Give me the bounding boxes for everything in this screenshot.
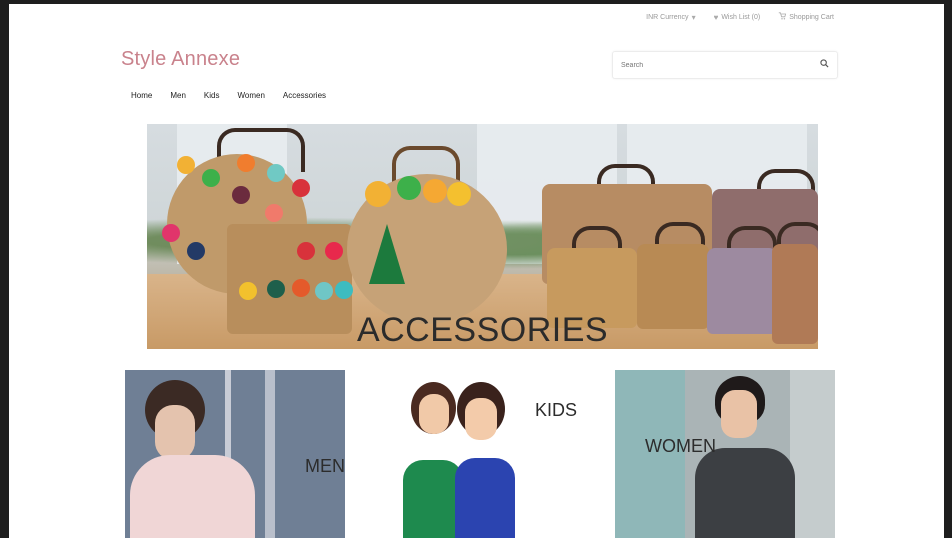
model-shirt (130, 455, 255, 538)
kid-dress-green (403, 460, 463, 538)
main-nav: Home Men Kids Women Accessories (131, 91, 326, 100)
model-face (721, 390, 757, 438)
heart-icon: ♥ (713, 12, 719, 22)
banner-title: ACCESSORIES (356, 311, 609, 349)
pompom (202, 169, 220, 187)
pompom (397, 176, 421, 200)
pompom (187, 242, 205, 260)
stripe (265, 370, 275, 538)
pompom (292, 279, 310, 297)
nav-men[interactable]: Men (170, 91, 186, 100)
search-box (612, 51, 838, 79)
pompom (315, 282, 333, 300)
currency-dropdown[interactable]: INR Currency ▾ (646, 12, 695, 22)
pompom (237, 154, 255, 172)
pompom (177, 156, 195, 174)
pompom (265, 204, 283, 222)
chevron-down-icon: ▾ (691, 12, 696, 22)
nav-accessories[interactable]: Accessories (283, 91, 326, 100)
wishlist-label: Wish List (0) (721, 13, 761, 21)
tassel (369, 224, 405, 284)
cart-icon (778, 12, 787, 22)
wishlist-link[interactable]: ♥ Wish List (0) (714, 12, 761, 22)
search-input[interactable] (619, 56, 808, 74)
nav-kids[interactable]: Kids (204, 91, 220, 100)
kid-dress-blue (455, 458, 515, 538)
category-tile-kids[interactable]: KIDS (389, 370, 589, 538)
model-face (155, 405, 195, 460)
search-icon (819, 55, 829, 73)
top-bar: INR Currency ▾ ♥ Wish List (0) Shopping … (646, 12, 834, 22)
pompom (267, 164, 285, 182)
hero-banner[interactable]: ACCESSORIES (147, 124, 818, 349)
cart-label: Shopping Cart (789, 13, 834, 21)
site-logo[interactable]: Style Annexe (121, 48, 240, 71)
category-tile-women[interactable]: WOMEN (615, 370, 835, 538)
kid-face (419, 394, 449, 434)
glass-panel (790, 370, 835, 538)
pompom (335, 281, 353, 299)
kid-face (465, 398, 497, 440)
pompom (267, 280, 285, 298)
pompom (232, 186, 250, 204)
search-button[interactable] (815, 55, 833, 73)
pompom (297, 242, 315, 260)
nav-home[interactable]: Home (131, 91, 152, 100)
pompom (162, 224, 180, 242)
page: INR Currency ▾ ♥ Wish List (0) Shopping … (9, 4, 944, 538)
category-tile-men[interactable]: MEN (125, 370, 345, 538)
pompom (447, 182, 471, 206)
women-label: WOMEN (645, 436, 716, 456)
cart-link[interactable]: Shopping Cart (778, 12, 834, 22)
currency-label: INR Currency (646, 13, 689, 21)
nav-women[interactable]: Women (237, 91, 264, 100)
pompom (423, 179, 447, 203)
men-label: MEN (305, 456, 345, 476)
model-shirt (695, 448, 795, 538)
pompom (292, 179, 310, 197)
pompom (365, 181, 391, 207)
kids-label: KIDS (535, 400, 578, 420)
pompom (239, 282, 257, 300)
pompom (325, 242, 343, 260)
